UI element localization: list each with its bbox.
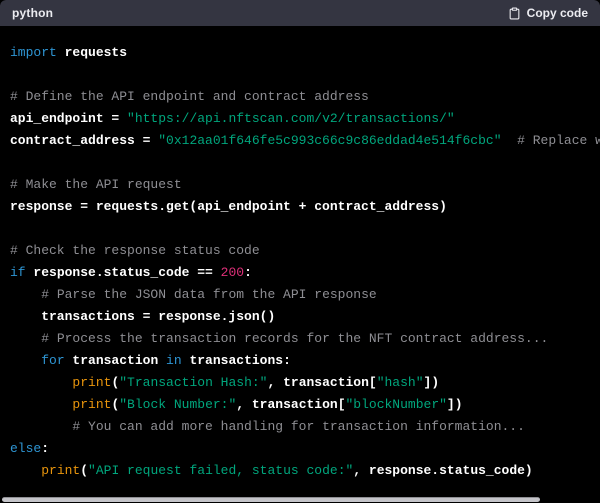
code-token-kw: for: [41, 353, 64, 368]
code-token-kw: if: [10, 265, 26, 280]
code-token-plain: transaction: [65, 353, 166, 368]
code-token-plain: (: [80, 463, 88, 478]
code-line: api_endpoint = "https://api.nftscan.com/…: [10, 108, 590, 130]
code-token-fn: print: [72, 397, 111, 412]
code-block: python Copy code import requests # Defin…: [0, 0, 600, 503]
code-token-com: # Process the transaction records for th…: [41, 331, 548, 346]
code-content: import requests # Define the API endpoin…: [0, 26, 600, 498]
code-line: import requests: [10, 42, 590, 64]
code-token-str: "blockNumber": [346, 397, 447, 412]
code-token-com: # You can add more handling for transact…: [72, 419, 524, 434]
code-line: print("Block Number:", transaction["bloc…: [10, 394, 590, 416]
code-token-com: # Replace w: [517, 133, 600, 148]
code-token-plain: transactions = response.json(): [10, 309, 275, 324]
code-line: else:: [10, 438, 590, 460]
language-label: python: [12, 6, 53, 20]
clipboard-icon: [508, 6, 521, 21]
code-token-str: "0x12aa01f646fe5c993c66c9c86eddad4e514f6…: [158, 133, 501, 148]
code-token-str: "hash": [377, 375, 424, 390]
code-token-plain: , transaction[: [236, 397, 345, 412]
code-token-plain: :: [41, 441, 49, 456]
code-line: print("Transaction Hash:", transaction["…: [10, 372, 590, 394]
code-token-str: "https://api.nftscan.com/v2/transactions…: [127, 111, 455, 126]
code-token-plain: [10, 375, 72, 390]
code-token-plain: [10, 463, 41, 478]
code-line: # Define the API endpoint and contract a…: [10, 86, 590, 108]
code-token-plain: response = requests.get(api_endpoint + c…: [10, 199, 447, 214]
code-line: if response.status_code == 200:: [10, 262, 590, 284]
code-token-plain: [10, 331, 41, 346]
code-token-plain: contract_address =: [10, 133, 158, 148]
code-token-plain: :: [244, 265, 252, 280]
code-line: [10, 218, 590, 240]
copy-code-button[interactable]: Copy code: [508, 6, 588, 21]
code-token-plain: [10, 397, 72, 412]
code-token-str: "Transaction Hash:": [119, 375, 267, 390]
code-token-kw: else: [10, 441, 41, 456]
code-token-plain: response.status_code ==: [26, 265, 221, 280]
code-line: [10, 152, 590, 174]
code-token-com: # Make the API request: [10, 177, 182, 192]
code-token-plain: requests: [57, 45, 127, 60]
code-token-num: 200: [221, 265, 244, 280]
code-line: # Process the transaction records for th…: [10, 328, 590, 350]
code-line: # Parse the JSON data from the API respo…: [10, 284, 590, 306]
code-token-str: "API request failed, status code:": [88, 463, 353, 478]
code-token-fn: print: [72, 375, 111, 390]
code-token-com: # Check the response status code: [10, 243, 260, 258]
code-token-plain: ]): [424, 375, 440, 390]
code-token-plain: ]): [447, 397, 463, 412]
code-token-kw: in: [166, 353, 182, 368]
code-line: response = requests.get(api_endpoint + c…: [10, 196, 590, 218]
code-token-plain: [10, 287, 41, 302]
horizontal-scrollbar-track: [0, 497, 600, 503]
code-block-header: python Copy code: [0, 0, 600, 26]
code-line: transactions = response.json(): [10, 306, 590, 328]
code-token-com: # Define the API endpoint and contract a…: [10, 89, 369, 104]
code-token-plain: , transaction[: [267, 375, 376, 390]
code-line: # Check the response status code: [10, 240, 590, 262]
code-token-kw: import: [10, 45, 57, 60]
code-line: [10, 64, 590, 86]
code-line: contract_address = "0x12aa01f646fe5c993c…: [10, 130, 590, 152]
code-token-plain: api_endpoint =: [10, 111, 127, 126]
code-token-plain: [502, 133, 518, 148]
code-line: for transaction in transactions:: [10, 350, 590, 372]
code-token-plain: , response.status_code): [353, 463, 532, 478]
code-token-com: # Parse the JSON data from the API respo…: [41, 287, 376, 302]
code-token-fn: print: [41, 463, 80, 478]
code-line: print("API request failed, status code:"…: [10, 460, 590, 482]
code-token-plain: [10, 419, 72, 434]
code-token-plain: transactions:: [182, 353, 291, 368]
code-line: # Make the API request: [10, 174, 590, 196]
copy-code-label: Copy code: [527, 6, 588, 20]
code-token-plain: [10, 353, 41, 368]
code-token-str: "Block Number:": [119, 397, 236, 412]
code-line: # You can add more handling for transact…: [10, 416, 590, 438]
horizontal-scrollbar-thumb[interactable]: [2, 497, 540, 502]
